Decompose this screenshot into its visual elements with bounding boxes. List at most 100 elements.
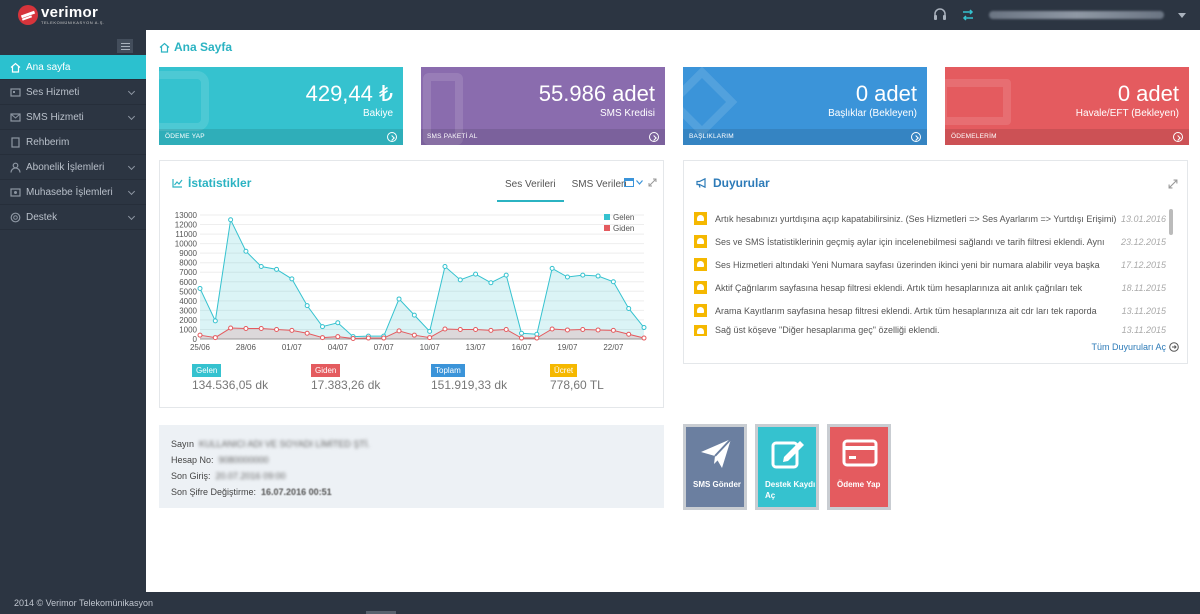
arrow-right-circle-icon (387, 132, 397, 142)
account-value: 9080000000 (218, 455, 269, 465)
sms-icon (10, 112, 21, 122)
data-point-gelen (519, 330, 525, 336)
y-tick-label: 13000 (175, 211, 198, 220)
account-row: Sayın KULLANICI ADI VE SOYADI LİMİTED ŞTİ… (171, 436, 652, 452)
open-support-ticket-button[interactable]: Destek Kaydı Aç (755, 424, 819, 510)
data-point-gelen (243, 248, 249, 254)
balance-label: Bakiye (362, 108, 393, 119)
make-payment-button[interactable]: Ödeme Yap (827, 424, 891, 510)
date-filter[interactable] (624, 177, 657, 187)
all-announcements-link[interactable]: Tüm Duyuruları Aç (1091, 342, 1179, 352)
data-point-gelen (564, 274, 570, 280)
data-point-gelen (319, 324, 325, 330)
data-point-gelen (411, 312, 417, 318)
series-area-gelen (200, 219, 644, 339)
data-point-gelen (258, 264, 264, 270)
sidebar-item-accounting[interactable]: Muhasebe İşlemleri (0, 180, 146, 205)
data-point-giden (473, 326, 479, 332)
sidebar-item-contacts[interactable]: Rehberim (0, 130, 146, 155)
list-item[interactable]: Ses Hizmetleri altındaki Yeni Numara say… (694, 253, 1172, 276)
scrollbar[interactable] (1169, 209, 1173, 235)
my-payments-link[interactable]: ÖDEMELERİM (945, 129, 1189, 145)
data-point-giden (427, 335, 433, 341)
sidebar-item-support[interactable]: Destek (0, 205, 146, 230)
expand-icon[interactable] (1168, 179, 1178, 189)
sidebar-item-voice[interactable]: Ses Hizmeti (0, 80, 146, 105)
account-value: KULLANICI ADI VE SOYADI LİMİTED ŞTİ. (199, 439, 370, 449)
list-item[interactable]: Artık hesabınızı yurtdışına açıp kapatab… (694, 207, 1172, 230)
megaphone-icon (696, 178, 706, 188)
headset-icon[interactable] (933, 8, 947, 22)
data-point-giden (503, 326, 509, 332)
chevron-down-icon (127, 87, 136, 96)
buy-sms-package-label: SMS PAKETİ AL (427, 133, 478, 140)
sidebar-item-home[interactable]: Ana sayfa (0, 55, 146, 80)
data-point-giden (197, 332, 203, 338)
list-item[interactable]: Ses ve SMS İstatistiklerinin geçmiş ayla… (694, 230, 1172, 253)
bell-icon (694, 235, 707, 248)
sidebar-item-subscription[interactable]: Abonelik İşlemleri (0, 155, 146, 180)
data-point-giden (595, 327, 601, 333)
data-point-giden (534, 335, 540, 341)
home-icon (159, 42, 170, 53)
data-point-gelen (442, 264, 448, 270)
phone-icon (159, 71, 209, 131)
sidebar-item-label: Destek (26, 211, 58, 223)
accounting-icon (10, 187, 21, 197)
stat-value-outgoing: 17.383,26 dk (311, 378, 381, 392)
send-sms-button[interactable]: SMS Gönder (683, 424, 747, 510)
announcement-text: Arama Kayıtlarım sayfasına hesap filtres… (715, 305, 1097, 316)
stat-fee: Ücret 778,60 TL (550, 364, 604, 392)
stat-total: Toplam 151.919,33 dk (431, 364, 507, 392)
my-headers-link[interactable]: BAŞLIKLARIM (683, 129, 927, 145)
stat-label-incoming: Gelen (192, 364, 222, 377)
announcement-date: 13.11.2015 (1121, 305, 1166, 316)
support-icon (10, 212, 21, 222)
footer: 2014 © Verimor Telekomünikasyon (0, 592, 1200, 614)
user-name-blurred[interactable] (989, 11, 1164, 19)
announcement-text: Aktif Çağrılarım sayfasına hesap filtres… (715, 282, 1083, 293)
chevron-down-icon[interactable] (1178, 12, 1186, 18)
data-point-giden (519, 335, 525, 341)
chevron-down-icon[interactable] (636, 179, 643, 185)
pay-link-label: ÖDEME YAP (165, 133, 205, 140)
data-point-gelen (427, 328, 433, 334)
sidebar-item-sms[interactable]: SMS Hizmeti (0, 105, 146, 130)
data-point-gelen (488, 280, 494, 286)
data-point-gelen (580, 272, 586, 278)
bell-icon (694, 304, 707, 317)
transfers-tile[interactable]: 0 adet Havale/EFT (Bekleyen) ÖDEMELERİM (945, 67, 1189, 145)
switch-account-icon[interactable] (961, 8, 975, 22)
pay-link[interactable]: ÖDEME YAP (159, 129, 403, 145)
account-label: Son Giriş: (171, 471, 211, 481)
sidebar-item-label: Ana sayfa (26, 61, 71, 73)
headers-tile[interactable]: 0 adet Başlıklar (Bekleyen) BAŞLIKLARIM (683, 67, 927, 145)
chevron-down-icon (127, 162, 136, 171)
buy-sms-package-link[interactable]: SMS PAKETİ AL (421, 129, 665, 145)
x-tick-label: 13/07 (466, 343, 487, 352)
account-label: Hesap No: (171, 455, 214, 465)
logo[interactable]: verimor TELEKOMÜNIKASYON A.Ş. (18, 5, 105, 25)
list-item[interactable]: Arama Kayıtlarım sayfasına hesap filtres… (694, 299, 1172, 322)
account-info-box: Sayın KULLANICI ADI VE SOYADI LİMİTED ŞTİ… (159, 425, 664, 508)
data-point-gelen (396, 296, 402, 302)
data-point-giden (365, 335, 371, 341)
expand-icon[interactable] (648, 178, 657, 187)
balance-tile[interactable]: 429,44 ₺ Bakiye ÖDEME YAP (159, 67, 403, 145)
data-point-giden (626, 331, 632, 337)
tab-voice-data[interactable]: Ses Verileri (497, 171, 564, 202)
sms-credit-tile[interactable]: 55.986 adet SMS Kredisi SMS PAKETİ AL (421, 67, 665, 145)
sidebar-toggle-button[interactable] (117, 39, 133, 53)
sidebar-item-label: SMS Hizmeti (26, 111, 84, 123)
announcement-list: Artık hesabınızı yurtdışına açıp kapatab… (694, 207, 1172, 336)
send-sms-label: SMS Gönder (693, 480, 742, 489)
logo-name: verimor (41, 4, 99, 21)
list-item[interactable]: Sağ üst köşeve "Diğer hesaplarıma geç" ö… (694, 322, 1172, 336)
list-item[interactable]: Aktif Çağrılarım sayfasına hesap filtres… (694, 276, 1172, 299)
announcement-text: Sağ üst köşeve "Diğer hesaplarıma geç" ö… (715, 325, 940, 335)
sidebar-item-label: Muhasebe İşlemleri (26, 186, 113, 198)
announcement-date: 13.01.2016 (1120, 213, 1166, 224)
x-tick-label: 25/06 (190, 343, 211, 352)
calendar-icon[interactable] (624, 177, 634, 187)
data-point-gelen (457, 277, 463, 283)
